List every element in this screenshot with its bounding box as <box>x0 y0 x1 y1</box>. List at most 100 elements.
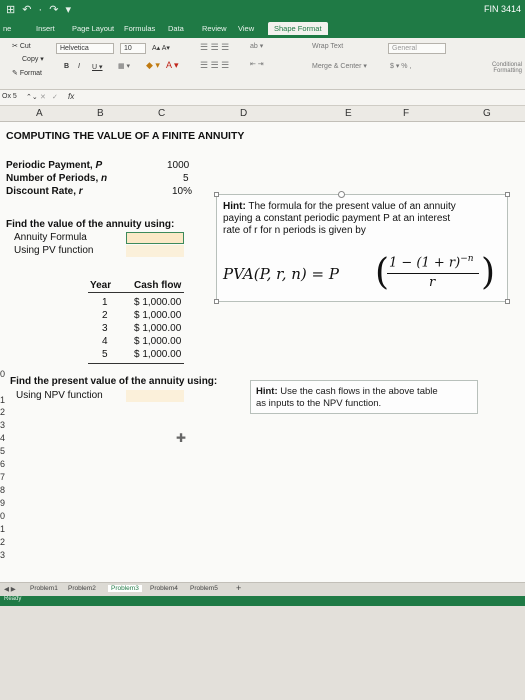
row-number[interactable]: 3 <box>0 420 5 430</box>
column-header-g[interactable]: G <box>483 108 491 119</box>
tab-home[interactable]: ne <box>3 24 11 33</box>
sheet-tab-problem3[interactable]: Problem3 <box>108 585 142 592</box>
sheet-nav-icon[interactable]: ◀ ▶ <box>4 585 16 593</box>
copy-button[interactable]: Copy ▾ <box>22 55 44 63</box>
number-of-periods-value[interactable]: 5 <box>183 173 189 184</box>
hint-formula-text: Hint: The formula for the present value … <box>223 201 456 236</box>
font-size-select[interactable]: 10 <box>120 43 146 54</box>
font-name-select[interactable]: Helvetica <box>56 43 114 54</box>
find-pv-heading[interactable]: Find the present value of the annuity us… <box>10 376 217 387</box>
selected-cell[interactable] <box>126 232 184 244</box>
row-number[interactable]: 2 <box>0 537 5 547</box>
align-left-icon[interactable]: ☰ ☰ ☰ <box>200 60 229 71</box>
hint-npv-textbox[interactable]: Hint: Use the cash flows in the above ta… <box>250 380 478 414</box>
cashflow-cell[interactable]: $ 1,000.00 <box>134 323 181 334</box>
tab-view[interactable]: View <box>238 24 254 33</box>
row-number[interactable]: 1 <box>0 395 5 405</box>
discount-rate-label[interactable]: Discount Rate, r <box>6 186 83 197</box>
fx-icon[interactable]: fx <box>68 92 74 101</box>
enter-icon[interactable]: ✓ <box>52 93 58 101</box>
rotate-handle-icon[interactable] <box>338 191 345 198</box>
row-number[interactable]: 5 <box>0 446 5 456</box>
row-number[interactable]: 7 <box>0 472 5 482</box>
pv-function-input-cell[interactable] <box>126 245 184 257</box>
sheet-tab-problem4[interactable]: Problem4 <box>150 585 178 592</box>
wrap-text-button[interactable]: Wrap Text <box>312 43 343 50</box>
tab-page-layout[interactable]: Page Layout <box>72 24 114 33</box>
name-box[interactable]: Ox 5 <box>2 93 17 100</box>
indent-icon[interactable]: ⇤ ⇥ <box>250 60 264 68</box>
column-header-e[interactable]: E <box>345 108 352 119</box>
cashflow-cell[interactable]: $ 1,000.00 <box>134 336 181 347</box>
column-header-a[interactable]: A <box>36 108 43 119</box>
underline-button[interactable]: U ▾ <box>92 63 103 71</box>
worksheet[interactable]: 0 1 2 3 4 5 6 7 8 9 0 1 2 3 COMPUTING TH… <box>0 122 525 582</box>
document-name: FIN 3414 <box>483 4 521 14</box>
conditional-formatting-button[interactable]: Conditional Formatting <box>470 62 522 74</box>
column-header-f[interactable]: F <box>403 108 409 119</box>
resize-handle-icon[interactable] <box>505 192 510 197</box>
cashflow-cell[interactable]: $ 1,000.00 <box>134 310 181 321</box>
resize-handle-icon[interactable] <box>214 192 219 197</box>
npv-function-label[interactable]: Using NPV function <box>16 390 103 401</box>
tab-data[interactable]: Data <box>168 24 184 33</box>
column-header-b[interactable]: B <box>97 108 104 119</box>
year-cell[interactable]: 1 <box>102 297 108 308</box>
cashflow-cell[interactable]: $ 1,000.00 <box>134 297 181 308</box>
sheet-title[interactable]: COMPUTING THE VALUE OF A FINITE ANNUITY <box>6 130 244 142</box>
periodic-payment-value[interactable]: 1000 <box>167 160 189 171</box>
orientation-icon[interactable]: ab ▾ <box>250 42 263 50</box>
quick-access-toolbar[interactable]: ⊞ ↶ · ↷ ▾ <box>6 3 73 16</box>
year-cell[interactable]: 4 <box>102 336 108 347</box>
annuity-formula-label[interactable]: Annuity Formula <box>14 232 87 243</box>
row-number[interactable]: 2 <box>0 407 5 417</box>
sheet-tab-problem5[interactable]: Problem5 <box>190 585 218 592</box>
tab-shape-format[interactable]: Shape Format <box>268 22 328 35</box>
column-header-c[interactable]: C <box>158 108 165 119</box>
sheet-tab-problem1[interactable]: Problem1 <box>30 585 58 592</box>
row-number[interactable]: 6 <box>0 459 5 469</box>
borders-icon[interactable]: ▦ ▾ <box>118 62 130 70</box>
name-box-stepper-icon[interactable]: ⌃⌄ <box>26 93 38 101</box>
row-number[interactable]: 4 <box>0 433 5 443</box>
sheet-tab-problem2[interactable]: Problem2 <box>68 585 96 592</box>
grow-shrink-font-buttons[interactable]: A▴ A▾ <box>152 44 170 52</box>
fill-color-icon[interactable]: ◆ ▾ <box>146 60 160 71</box>
add-sheet-button[interactable]: + <box>236 583 241 593</box>
number-format-select[interactable]: General <box>388 43 446 54</box>
bold-button[interactable]: B <box>64 63 69 70</box>
row-number[interactable]: 1 <box>0 524 5 534</box>
periodic-payment-label[interactable]: Periodic Payment, P <box>6 160 102 171</box>
cancel-icon[interactable]: ✕ <box>40 93 46 101</box>
tab-formulas[interactable]: Formulas <box>124 24 155 33</box>
cashflow-header[interactable]: Cash flow <box>134 280 181 291</box>
align-top-icon[interactable]: ☰ ☰ ☰ <box>200 42 229 53</box>
row-number[interactable]: 8 <box>0 485 5 495</box>
font-color-icon[interactable]: A ▾ <box>166 60 179 71</box>
italic-button[interactable]: I <box>78 63 80 70</box>
find-value-heading[interactable]: Find the value of the annuity using: <box>6 219 174 230</box>
number-of-periods-label[interactable]: Number of Periods, n <box>6 173 107 184</box>
row-number[interactable]: 9 <box>0 498 5 508</box>
row-number[interactable]: 0 <box>0 369 5 379</box>
resize-handle-icon[interactable] <box>214 299 219 304</box>
year-cell[interactable]: 3 <box>102 323 108 334</box>
row-number[interactable]: 0 <box>0 511 5 521</box>
tab-insert[interactable]: Insert <box>36 24 55 33</box>
cut-button[interactable]: ✂ Cut <box>12 42 31 50</box>
hint-formula-textbox[interactable]: Hint: The formula for the present value … <box>214 191 510 304</box>
pv-function-label[interactable]: Using PV function <box>14 245 94 256</box>
year-cell[interactable]: 2 <box>102 310 108 321</box>
merge-center-button[interactable]: Merge & Center ▾ <box>312 62 367 70</box>
format-painter-button[interactable]: ✎ Format <box>12 69 42 77</box>
year-header[interactable]: Year <box>90 280 111 291</box>
number-symbols[interactable]: $ ▾ % , <box>390 62 411 70</box>
tab-review[interactable]: Review <box>202 24 227 33</box>
resize-handle-icon[interactable] <box>505 299 510 304</box>
discount-rate-value[interactable]: 10% <box>172 186 192 197</box>
row-number[interactable]: 3 <box>0 550 5 560</box>
npv-function-input-cell[interactable] <box>126 390 184 402</box>
cashflow-cell[interactable]: $ 1,000.00 <box>134 349 181 360</box>
year-cell[interactable]: 5 <box>102 349 108 360</box>
column-header-d[interactable]: D <box>240 108 247 119</box>
